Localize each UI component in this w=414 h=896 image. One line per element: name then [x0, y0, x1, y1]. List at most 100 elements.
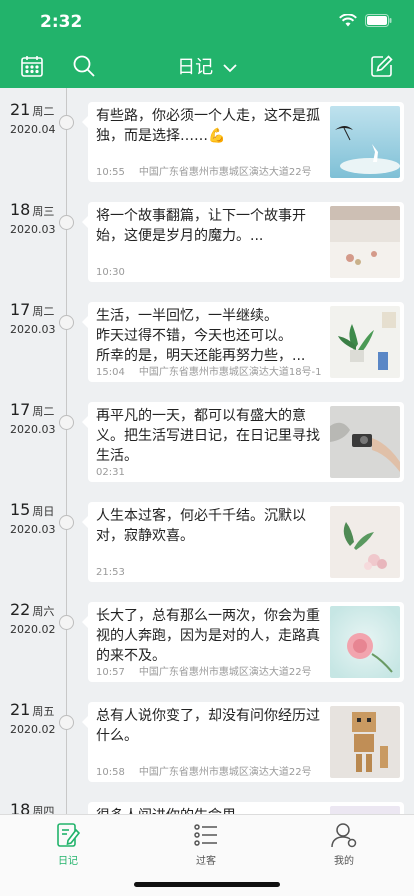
entry-time: 02:31	[96, 467, 125, 478]
entry-card[interactable]: 再平凡的一天，都可以有盛大的意义。把生活写进日记，在日记里寻找生活。 02:31	[82, 402, 404, 482]
entry-meta: 10:57 中国广东省惠州市惠城区演达大道22号	[96, 663, 312, 678]
diary-entry[interactable]: 18周四 很多人闯进你的生命里	[0, 788, 414, 814]
entry-time: 10:57	[96, 667, 125, 678]
entry-time: 10:55	[96, 167, 125, 178]
entry-yearmonth: 2020.03	[10, 523, 56, 536]
entry-weekday: 周二	[32, 305, 55, 318]
diary-entry[interactable]: 21 周二 2020.04 有些路，你必须一个人走，这不是孤独，而是选择……💪 1…	[0, 88, 414, 188]
status-bar: 2:32	[0, 0, 414, 44]
wifi-icon	[339, 14, 357, 27]
entry-thumbnail[interactable]	[330, 706, 400, 778]
tab-profile[interactable]: 我的	[304, 821, 384, 867]
entry-meta: 10:30	[96, 267, 139, 278]
diary-list[interactable]: 21 周二 2020.04 有些路，你必须一个人走，这不是孤独，而是选择……💪 1…	[0, 88, 414, 814]
entry-yearmonth: 2020.03	[10, 223, 56, 236]
diary-entry[interactable]: 22 周六 2020.02 长大了，总有那么一两次，你会为重视的人奔跑，因为是对的…	[0, 588, 414, 688]
card-pointer	[82, 316, 88, 328]
entry-time: 10:58	[96, 767, 125, 778]
entry-day: 18	[10, 200, 31, 219]
edit-icon	[371, 55, 393, 77]
entry-card[interactable]: 很多人闯进你的生命里	[88, 802, 404, 814]
battery-icon	[365, 14, 392, 27]
entry-date: 17 周二 2020.03	[10, 400, 60, 436]
tab-guests[interactable]: 过客	[166, 821, 246, 867]
entry-weekday: 周二	[32, 405, 55, 418]
entry-meta: 10:55 中国广东省惠州市惠城区演达大道22号	[96, 163, 312, 178]
entry-card[interactable]: 生活，一半回忆，一半继续。 昨天过得不错，今天也还可以。 所幸的是，明天还能再努…	[82, 302, 404, 382]
entry-text: 很多人闯进你的生命里	[96, 806, 324, 814]
compose-button[interactable]	[368, 52, 396, 80]
card-pointer	[82, 716, 88, 728]
status-time: 2:32	[40, 12, 83, 32]
entry-day: 17	[10, 400, 31, 419]
entry-thumbnail[interactable]	[330, 106, 400, 178]
entry-thumbnail[interactable]	[330, 206, 400, 278]
entry-day: 18	[10, 800, 31, 814]
entry-day: 17	[10, 300, 31, 319]
timeline-dot	[59, 115, 74, 130]
entry-location: 中国广东省惠州市惠城区演达大道22号	[138, 767, 312, 778]
entry-meta: 10:58 中国广东省惠州市惠城区演达大道22号	[96, 763, 312, 778]
profile-icon	[331, 823, 357, 848]
entry-meta: 21:53	[96, 567, 139, 578]
entry-thumbnail[interactable]	[330, 506, 400, 578]
entry-card[interactable]: 人生本过客，何必千千结。沉默以对，寂静欢喜。 21:53	[82, 502, 404, 582]
entry-date: 15 周日 2020.03	[10, 500, 60, 536]
entry-text: 人生本过客，何必千千结。沉默以对，寂静欢喜。	[96, 508, 306, 544]
entry-yearmonth: 2020.03	[10, 323, 56, 336]
entry-thumbnail[interactable]	[330, 606, 400, 678]
timeline-dot	[59, 415, 74, 430]
entry-weekday: 周三	[32, 205, 55, 218]
entry-text: 将一个故事翻篇，让下一个故事开始，这便是岁月的魔力。...	[96, 208, 306, 244]
diary-entry[interactable]: 18 周三 2020.03 将一个故事翻篇，让下一个故事开始，这便是岁月的魔力。.…	[0, 188, 414, 288]
card-pointer	[82, 416, 88, 428]
diary-entry[interactable]: 17 周二 2020.03 生活，一半回忆，一半继续。 昨天过得不错，今天也还可以…	[0, 288, 414, 388]
entry-date: 21 周二 2020.04	[10, 100, 60, 136]
home-indicator	[134, 882, 280, 887]
entry-time: 21:53	[96, 567, 125, 578]
entry-meta: 02:31	[96, 467, 139, 478]
diary-entry[interactable]: 17 周二 2020.03 再平凡的一天，都可以有盛大的意义。把生活写进日记，在日…	[0, 388, 414, 488]
entry-date: 22 周六 2020.02	[10, 600, 60, 636]
timeline-dot	[59, 715, 74, 730]
entry-card[interactable]: 有些路，你必须一个人走，这不是孤独，而是选择……💪 10:55 中国广东省惠州市惠…	[82, 102, 404, 182]
card-pointer	[82, 216, 88, 228]
diary-icon	[57, 823, 81, 847]
diary-entry[interactable]: 15 周日 2020.03 人生本过客，何必千千结。沉默以对，寂静欢喜。 21:5…	[0, 488, 414, 588]
entry-text: 有些路，你必须一个人走，这不是孤独，而是选择……💪	[96, 108, 320, 144]
entry-weekday: 周四	[32, 805, 55, 814]
entry-time: 10:30	[96, 267, 125, 278]
card-pointer	[82, 616, 88, 628]
diary-entry[interactable]: 21 周五 2020.02 总有人说你变了，却没有问你经历过什么。 10:58 中国…	[0, 688, 414, 788]
timeline-dot	[59, 515, 74, 530]
entry-date: 18 周四	[10, 800, 60, 814]
diary-title-dropdown[interactable]: 日记	[0, 53, 414, 79]
entry-thumbnail[interactable]	[330, 406, 400, 478]
entry-thumbnail[interactable]	[330, 306, 400, 378]
entry-weekday: 周日	[32, 505, 55, 518]
list-icon	[194, 824, 217, 846]
entry-meta: 15:04 中国广东省惠州市惠城区演达大道18号-1	[96, 363, 322, 378]
entry-yearmonth: 2020.02	[10, 723, 56, 736]
entry-date: 21 周五 2020.02	[10, 700, 60, 736]
entry-yearmonth: 2020.04	[10, 123, 56, 136]
entry-card[interactable]: 长大了，总有那么一两次，你会为重视的人奔跑，因为是对的人，走路真的来不及。 10…	[82, 602, 404, 682]
timeline-dot	[59, 315, 74, 330]
entry-location: 中国广东省惠州市惠城区演达大道18号-1	[138, 367, 322, 378]
entry-card[interactable]: 总有人说你变了，却没有问你经历过什么。 10:58 中国广东省惠州市惠城区演达大道…	[82, 702, 404, 782]
chevron-down-icon	[223, 63, 237, 72]
entry-weekday: 周二	[32, 105, 55, 118]
navigation-bar: 日记	[0, 44, 414, 88]
timeline-dot	[59, 215, 74, 230]
entry-time: 15:04	[96, 367, 125, 378]
entry-date: 17 周二 2020.03	[10, 300, 60, 336]
entry-thumbnail[interactable]	[330, 806, 400, 814]
entry-card[interactable]: 将一个故事翻篇，让下一个故事开始，这便是岁月的魔力。... 10:30	[82, 202, 404, 282]
entry-location: 中国广东省惠州市惠城区演达大道22号	[138, 667, 312, 678]
tab-diary[interactable]: 日记	[28, 821, 108, 867]
app-header: 2:32 日记	[0, 0, 414, 88]
tab-guests-label: 过客	[196, 856, 216, 867]
entry-day: 15	[10, 500, 31, 519]
card-pointer	[82, 516, 88, 528]
card-pointer	[82, 116, 88, 128]
